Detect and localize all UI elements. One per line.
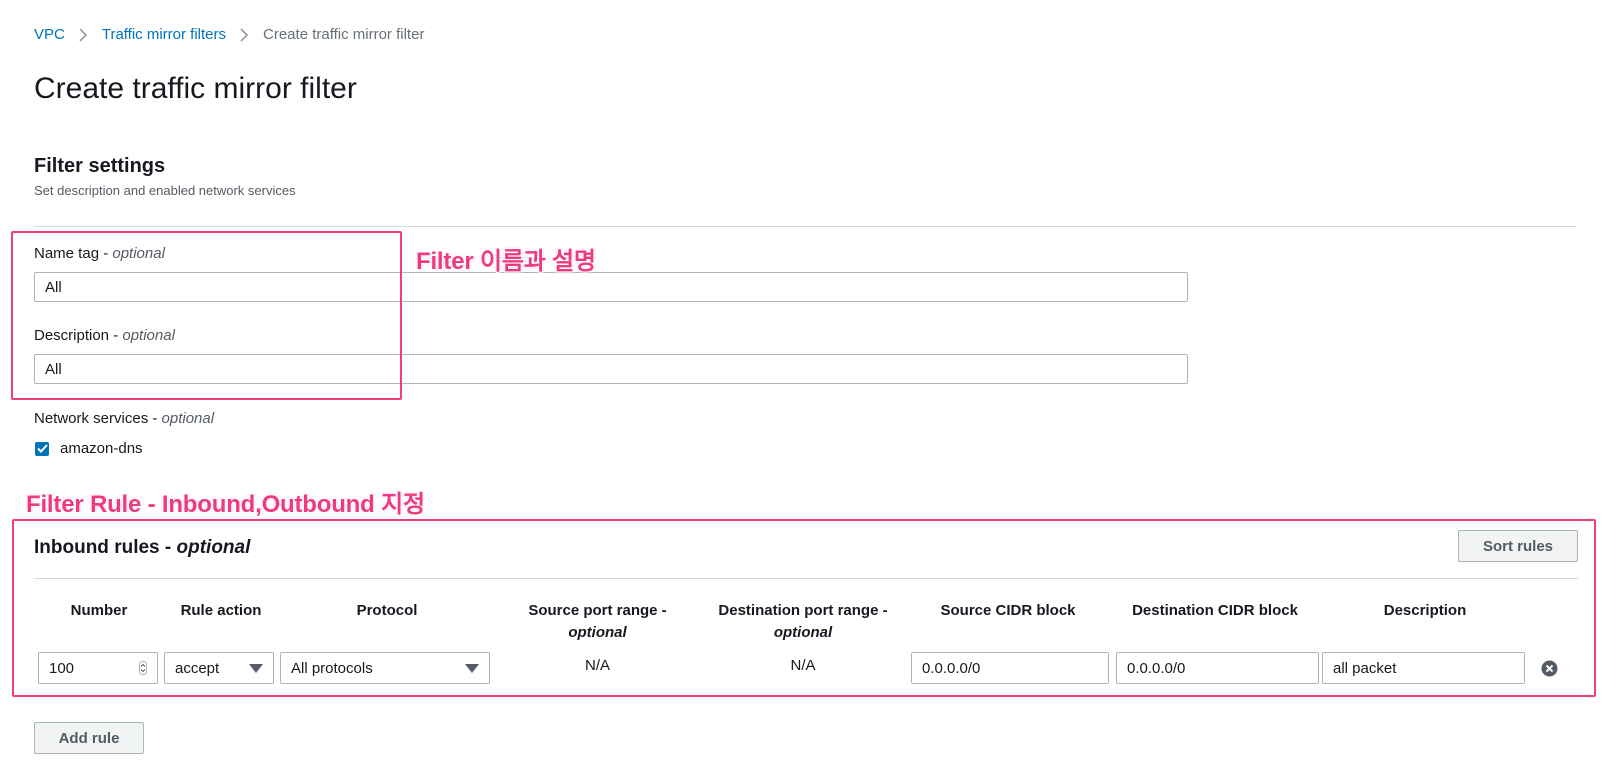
divider [34, 578, 1578, 579]
col-header-source-port-range: Source port range - optional [528, 602, 667, 641]
source-port-range-value: N/A [584, 657, 610, 674]
section-subtitle: Set description and enabled network serv… [34, 183, 296, 198]
rule-action-select[interactable]: accept [164, 652, 274, 684]
caret-down-icon [465, 663, 479, 673]
col-header-number: Number [70, 602, 128, 619]
amazon-dns-label: amazon-dns [60, 440, 143, 457]
network-services-label: Network services - optional [34, 410, 215, 427]
chevron-right-icon [79, 27, 88, 42]
add-rule-button[interactable]: Add rule [34, 722, 144, 754]
section-title-filter-settings: Filter settings [34, 155, 166, 177]
destination-port-range-value: N/A [790, 657, 816, 674]
check-icon [36, 444, 48, 453]
caret-down-icon [249, 663, 263, 673]
breadcrumb-current: Create traffic mirror filter [263, 26, 425, 43]
inbound-rules-title: Inbound rules - optional [34, 537, 251, 558]
breadcrumb-link-traffic-mirror-filters[interactable]: Traffic mirror filters [102, 26, 226, 43]
col-header-destination-cidr: Destination CIDR block [1132, 602, 1298, 619]
amazon-dns-option: amazon-dns [35, 440, 143, 457]
remove-rule-icon[interactable] [1541, 660, 1558, 677]
annotation-box-filter-name [11, 231, 402, 400]
col-header-destination-port-range: Destination port range - optional [718, 602, 888, 641]
page-title: Create traffic mirror filter [34, 72, 357, 105]
col-header-protocol: Protocol [356, 602, 418, 619]
stepper-arrows-icon[interactable] [139, 661, 147, 675]
breadcrumb: VPC Traffic mirror filters Create traffi… [34, 26, 424, 43]
source-cidr-input[interactable] [911, 652, 1109, 684]
annotation-filter-name: Filter 이름과 설명 [416, 248, 596, 275]
sort-rules-button[interactable]: Sort rules [1458, 530, 1578, 562]
destination-cidr-input[interactable] [1116, 652, 1319, 684]
annotation-filter-rule: Filter Rule - Inbound,Outbound 지정 [26, 491, 425, 518]
col-header-description: Description [1383, 602, 1467, 619]
chevron-right-icon [240, 27, 249, 42]
rule-number-stepper[interactable]: 100 [38, 652, 158, 684]
breadcrumb-link-vpc[interactable]: VPC [34, 26, 65, 43]
col-header-source-cidr: Source CIDR block [940, 602, 1076, 619]
divider [34, 226, 1577, 227]
protocol-select[interactable]: All protocols [280, 652, 490, 684]
rule-description-input[interactable] [1322, 652, 1525, 684]
amazon-dns-checkbox[interactable] [35, 441, 49, 456]
col-header-rule-action: Rule action [180, 602, 262, 619]
